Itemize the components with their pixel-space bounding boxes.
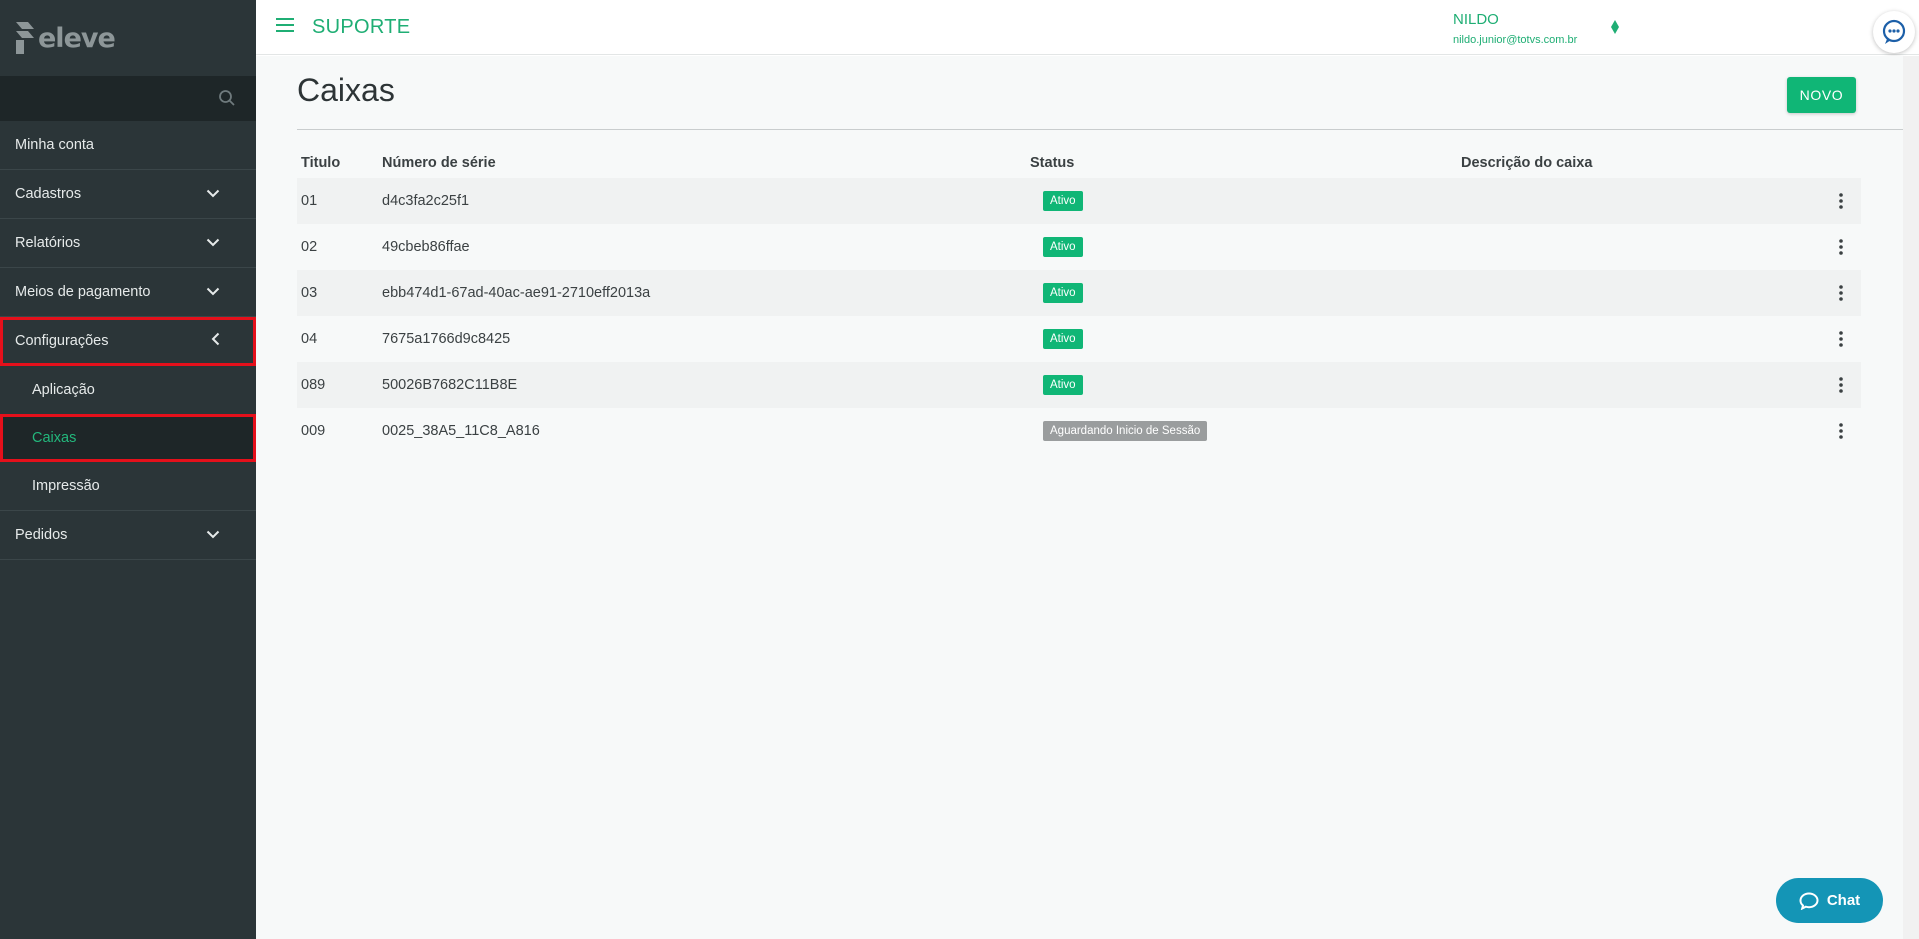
sidebar-item-label: Relatórios: [15, 235, 81, 251]
table-row[interactable]: 04 7675a1766d9c8425 Ativo: [297, 316, 1861, 362]
column-header-descricao[interactable]: Descrição do caixa: [1461, 155, 1821, 171]
cell-serie: 50026B7682C11B8E: [382, 377, 518, 393]
row-actions-icon[interactable]: [1821, 331, 1861, 347]
user-email: nildo.junior@totvs.com.br: [1453, 34, 1578, 46]
cell-serie: 7675a1766d9c8425: [382, 331, 511, 347]
sidebar-item-label: Pedidos: [15, 527, 68, 543]
cell-titulo: 04: [301, 331, 318, 347]
sidebar-item-relatorios[interactable]: Relatórios: [0, 219, 256, 268]
sidebar-item-label: Meios de pagamento: [15, 284, 151, 300]
support-chat-icon[interactable]: [1873, 11, 1915, 53]
chevron-down-icon: [206, 235, 220, 251]
table-row[interactable]: 009 0025_38A5_11C8_A816 Aguardando Inici…: [297, 408, 1861, 454]
sidebar-subitem-aplicacao[interactable]: Aplicação: [0, 366, 256, 414]
user-name: NILDO: [1453, 11, 1499, 28]
search-icon[interactable]: [218, 89, 236, 112]
cell-serie: ebb474d1-67ad-40ac-ae91-2710eff2013a: [382, 285, 651, 301]
row-actions-icon[interactable]: [1821, 377, 1861, 393]
chevron-down-icon: [206, 527, 220, 543]
sidebar-item-configuracoes[interactable]: Configurações: [0, 317, 256, 366]
sidebar-item-label: Cadastros: [15, 186, 82, 202]
configuracoes-submenu: Aplicação Caixas Impressão: [0, 366, 256, 511]
cell-serie: 0025_38A5_11C8_A816: [382, 423, 540, 439]
column-header-status[interactable]: Status: [1030, 155, 1461, 171]
status-badge: Aguardando Inicio de Sessão: [1043, 421, 1208, 441]
cell-status: Ativo: [1030, 375, 1461, 395]
status-badge: Ativo: [1043, 329, 1083, 349]
status-badge: Ativo: [1043, 237, 1083, 257]
table-row[interactable]: 01 d4c3fa2c25f1 Ativo: [297, 178, 1861, 224]
sidebar-item-label: Configurações: [15, 333, 109, 349]
column-header-serie[interactable]: Número de série: [382, 155, 1030, 171]
sidebar-item-pedidos[interactable]: Pedidos: [0, 511, 256, 560]
sidebar-item-label: Minha conta: [15, 137, 94, 153]
notification-icon[interactable]: [1611, 20, 1619, 34]
sidebar-item-meios-de-pagamento[interactable]: Meios de pagamento: [0, 268, 256, 317]
cell-status: Ativo: [1030, 191, 1461, 211]
cell-status: Ativo: [1030, 329, 1461, 349]
row-actions-icon[interactable]: [1821, 193, 1861, 209]
divider: [297, 129, 1903, 130]
sidebar-search[interactable]: [0, 76, 256, 121]
sidebar-subitem-impressao[interactable]: Impressão: [0, 462, 256, 510]
vertical-scrollbar[interactable]: [1903, 56, 1919, 939]
cell-status: Ativo: [1030, 237, 1461, 257]
table-row[interactable]: 02 49cbeb86ffae Ativo: [297, 224, 1861, 270]
cell-serie: d4c3fa2c25f1: [382, 193, 470, 209]
row-actions-icon[interactable]: [1821, 239, 1861, 255]
sidebar-subitem-label: Aplicação: [32, 382, 95, 398]
row-actions-icon[interactable]: [1821, 423, 1861, 439]
cell-titulo: 089: [301, 377, 326, 393]
page-title: Caixas: [297, 72, 395, 108]
sidebar-item-minha-conta[interactable]: Minha conta: [0, 121, 256, 170]
cell-titulo: 009: [301, 423, 326, 439]
caixas-table: Titulo Número de série Status Descrição …: [297, 148, 1861, 454]
logo-text: eleve: [38, 22, 116, 54]
cell-titulo: 02: [301, 239, 318, 255]
sidebar-subitem-label: Caixas: [32, 430, 77, 446]
logo[interactable]: eleve: [0, 0, 256, 76]
chevron-left-icon: [211, 332, 220, 350]
status-badge: Ativo: [1043, 283, 1083, 303]
table-row[interactable]: 089 50026B7682C11B8E Ativo: [297, 362, 1861, 408]
chevron-down-icon: [206, 186, 220, 202]
sidebar-item-cadastros[interactable]: Cadastros: [0, 170, 256, 219]
sidebar-subitem-label: Impressão: [32, 478, 100, 494]
chat-button[interactable]: Chat: [1776, 878, 1883, 923]
sidebar-subitem-caixas[interactable]: Caixas: [0, 414, 256, 462]
table-header: Titulo Número de série Status Descrição …: [297, 148, 1861, 178]
status-badge: Ativo: [1043, 191, 1083, 211]
app-title: SUPORTE: [312, 15, 411, 38]
top-header: SUPORTE: [256, 0, 1919, 55]
chat-bubble-icon: [1799, 891, 1819, 910]
cell-status: Aguardando Inicio de Sessão: [1030, 421, 1461, 441]
chat-button-label: Chat: [1826, 892, 1861, 909]
cell-serie: 49cbeb86ffae: [382, 239, 470, 255]
status-badge: Ativo: [1043, 375, 1083, 395]
eleve-logo-icon: [14, 20, 36, 56]
cell-titulo: 01: [301, 193, 318, 209]
cell-titulo: 03: [301, 285, 318, 301]
main-content: Caixas NOVO Titulo Número de série Statu…: [256, 56, 1903, 939]
row-actions-icon[interactable]: [1821, 285, 1861, 301]
chevron-down-icon: [206, 284, 220, 300]
hamburger-menu-icon[interactable]: [276, 17, 294, 37]
column-header-titulo[interactable]: Titulo: [297, 155, 382, 171]
cell-status: Ativo: [1030, 283, 1461, 303]
new-button[interactable]: NOVO: [1787, 77, 1856, 113]
table-body: 01 d4c3fa2c25f1 Ativo 02 49cbeb86ffae At…: [297, 178, 1861, 454]
user-info[interactable]: NILDO nildo.junior@totvs.com.br: [1453, 11, 1577, 46]
table-row[interactable]: 03 ebb474d1-67ad-40ac-ae91-2710eff2013a …: [297, 270, 1861, 316]
sidebar: eleve Minha conta Cadastros Relatórios M…: [0, 0, 256, 939]
